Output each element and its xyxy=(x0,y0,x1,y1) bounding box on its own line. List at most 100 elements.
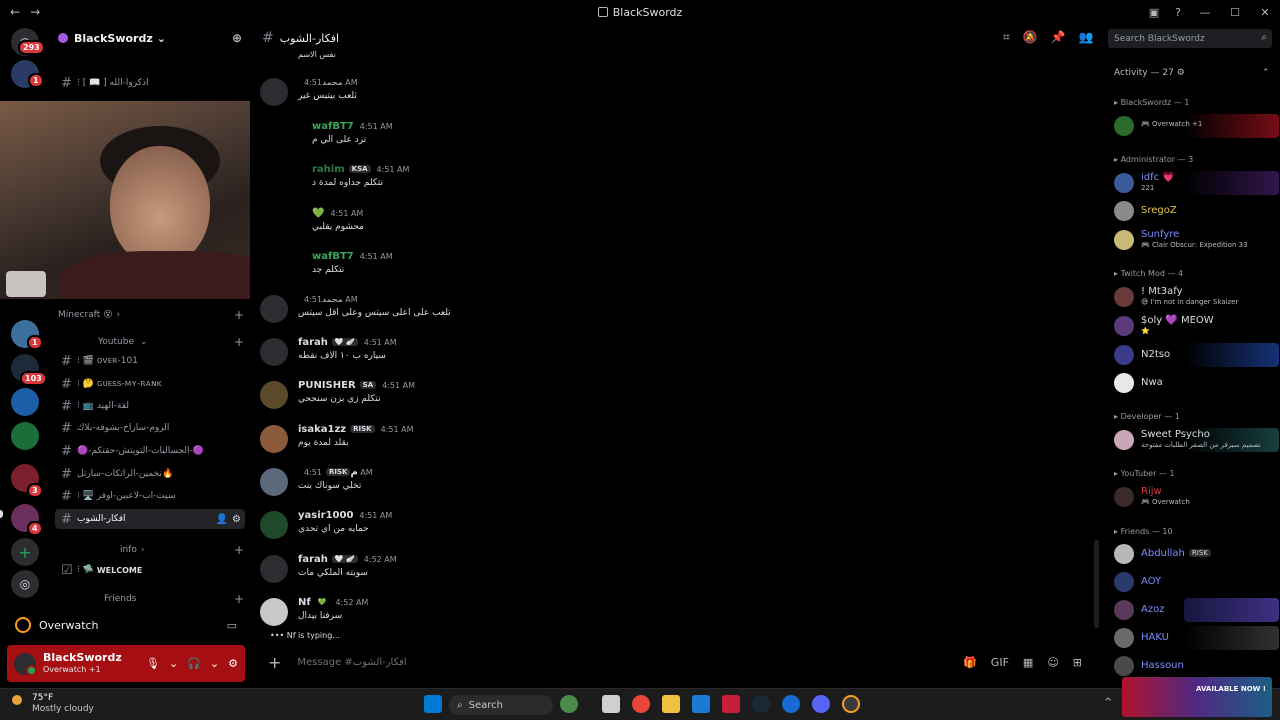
activity-header[interactable]: Activity — 27 ⚙ ⌃ xyxy=(1114,68,1270,78)
activity-panel[interactable]: Overwatch ▭ xyxy=(7,612,245,638)
chevron-down-icon[interactable]: ⌄ xyxy=(210,657,219,670)
file-explorer-icon[interactable] xyxy=(662,695,680,713)
channel-item[interactable]: # 🟣-الحساليات-التويتش-حقتكم-🟣 xyxy=(55,441,245,461)
gif-icon[interactable]: GIF xyxy=(991,656,1009,669)
inbox-icon[interactable]: ▣ xyxy=(1142,6,1166,19)
author-name[interactable]: yasir1000 xyxy=(298,510,353,521)
member-item[interactable]: Azoz xyxy=(1114,598,1279,622)
author-name[interactable]: Nf xyxy=(298,597,311,608)
member-item[interactable]: HAKU xyxy=(1114,626,1279,650)
app-icon[interactable] xyxy=(782,695,800,713)
settings-gear-icon[interactable]: ⚙ xyxy=(232,514,241,525)
tray-chevron-icon[interactable]: ^ xyxy=(1104,697,1112,708)
category-friends[interactable]: Friends + xyxy=(58,591,244,607)
member-item[interactable]: Rijw 🎮 Overwatch xyxy=(1114,485,1274,509)
create-channel-icon[interactable]: + xyxy=(234,335,244,349)
apps-icon[interactable]: ⊞ xyxy=(1073,656,1082,669)
taskbar-search[interactable]: ⌕ Search xyxy=(449,695,553,715)
back-icon[interactable]: ← xyxy=(10,5,20,19)
pin-icon[interactable]: 📌 xyxy=(1051,30,1066,45)
author-name[interactable]: محمد xyxy=(322,295,343,304)
channel-item[interactable]: # ⁝ 🎬 ᴏᴠᴇʀ-101 xyxy=(55,351,245,371)
member-item[interactable]: ! Mt3afy 😅 I'm not in danger Skaizer xyxy=(1114,285,1274,309)
close-icon[interactable]: ✕ xyxy=(1250,6,1280,19)
channel-item[interactable]: # ⁝ 📺 لقة-الهيد xyxy=(55,396,245,416)
threads-icon[interactable]: ⌗ xyxy=(1003,30,1010,45)
user-avatar[interactable] xyxy=(260,555,288,583)
user-avatar[interactable] xyxy=(260,511,288,539)
member-list-icon[interactable]: 👥 xyxy=(1079,30,1094,45)
channel-item[interactable]: # ⁝ 🖥️ سيت-اب-لاعبين-اوفر xyxy=(55,486,245,506)
channel-item-active[interactable]: # افكار-الشوب 👤 ⚙ xyxy=(55,509,245,529)
steam-icon[interactable] xyxy=(752,695,770,713)
member-item[interactable]: Abdullah RISK xyxy=(1114,542,1274,566)
member-item[interactable]: AOY xyxy=(1114,570,1274,594)
file-icon[interactable] xyxy=(602,695,620,713)
chevron-down-icon[interactable]: ⌄ xyxy=(169,657,178,670)
overwatch-icon[interactable] xyxy=(842,695,860,713)
chevron-up-icon[interactable]: ⌃ xyxy=(1262,68,1270,78)
chrome-icon[interactable] xyxy=(632,695,650,713)
mic-icon[interactable]: 🎙 xyxy=(146,657,160,670)
invite-icon[interactable]: 👤 xyxy=(216,514,228,525)
member-item[interactable]: idfc 💗 221 xyxy=(1114,171,1279,195)
category-minecraft[interactable]: Minecraft 😵 › + xyxy=(58,307,244,323)
server-header[interactable]: BlackSwordz ⌄ ⊕ xyxy=(50,24,250,52)
author-name[interactable]: م xyxy=(350,467,357,478)
user-avatar[interactable] xyxy=(260,338,288,366)
emoji-icon[interactable]: ☺ xyxy=(1047,656,1058,669)
windows-start-icon[interactable] xyxy=(424,695,442,713)
member-item[interactable]: Sweet Psycho تصميم سيرفر من الصفر الطلبات… xyxy=(1114,428,1279,452)
copilot-icon[interactable] xyxy=(560,695,578,713)
create-channel-icon[interactable]: + xyxy=(234,308,244,322)
author-name[interactable]: rahim xyxy=(312,164,345,175)
add-server-icon[interactable]: + xyxy=(11,538,39,566)
user-avatar[interactable] xyxy=(260,295,288,323)
discover-icon[interactable]: ◎ xyxy=(11,570,39,598)
category-youtube[interactable]: Youtube ⌄ + xyxy=(58,334,244,350)
channel-item[interactable]: ☑ ⁝ 🛸 WELCOME xyxy=(55,560,245,580)
discord-icon[interactable] xyxy=(812,695,830,713)
weather-widget[interactable]: 75°F Mostly cloudy xyxy=(12,693,94,715)
gift-icon[interactable]: 🎁 xyxy=(963,656,977,669)
author-name[interactable]: isaka1zz xyxy=(298,424,346,435)
author-name[interactable]: farah xyxy=(298,554,328,565)
headphones-icon[interactable]: 🎧 xyxy=(187,657,201,670)
message-input[interactable]: + Message #افكار-الشوب 🎁 GIF ▦ ☺ ⊞ xyxy=(258,648,1094,676)
author-name[interactable]: PUNISHER xyxy=(298,380,356,391)
member-item[interactable]: SregoZ xyxy=(1114,199,1274,223)
scrollbar[interactable] xyxy=(1094,540,1099,628)
attach-plus-icon[interactable]: + xyxy=(268,653,281,672)
create-channel-icon[interactable]: + xyxy=(234,592,244,606)
author-name[interactable]: farah xyxy=(298,337,328,348)
channel-item[interactable]: # ⁝ [ 📖 ] اذكروا-الله xyxy=(55,73,245,93)
member-item[interactable]: N2tso xyxy=(1114,343,1279,367)
user-avatar[interactable] xyxy=(260,381,288,409)
user-avatar[interactable] xyxy=(260,425,288,453)
sticker-icon[interactable]: ▦ xyxy=(1023,656,1033,669)
maximize-icon[interactable]: ☐ xyxy=(1220,6,1250,19)
create-channel-icon[interactable]: + xyxy=(234,543,244,557)
app-icon[interactable] xyxy=(722,695,740,713)
channel-item[interactable]: # ⁝ 🤔 ɢᴜᴇss-ᴍʏ-ʀᴀɴᴋ xyxy=(55,374,245,394)
user-avatar[interactable] xyxy=(260,78,288,106)
member-item[interactable]: $oly 💜 MEOW ⭐ xyxy=(1114,314,1274,338)
store-icon[interactable] xyxy=(692,695,710,713)
stream-icon[interactable]: ▭ xyxy=(227,619,237,632)
user-avatar[interactable] xyxy=(14,652,37,676)
notifications-muted-icon[interactable]: 🔕 xyxy=(1023,30,1038,45)
author-name[interactable]: wafBT7 xyxy=(312,121,354,132)
author-name[interactable]: محمد xyxy=(322,78,343,87)
server-folder-icon[interactable] xyxy=(11,388,39,416)
server-folder-icon[interactable] xyxy=(11,422,39,450)
member-item[interactable]: Hassoun xyxy=(1114,654,1274,678)
member-item[interactable]: 🎮 Overwatch +1 xyxy=(1114,114,1279,138)
category-info[interactable]: info › + xyxy=(58,542,244,558)
author-name[interactable]: wafBT7 xyxy=(312,251,354,262)
user-avatar[interactable] xyxy=(260,598,288,626)
channel-item[interactable]: # الروم-ساراح-بشوفه-بلاك xyxy=(55,418,245,438)
minimize-icon[interactable]: — xyxy=(1190,6,1220,19)
channel-item[interactable]: # تخمين-الراتكات-سارتل🔥 xyxy=(55,464,245,484)
search-input[interactable]: Search BlackSwordz ⌕ xyxy=(1108,29,1272,48)
member-item[interactable]: Sunfyre 🎮 Clair Obscur: Expedition 33 xyxy=(1114,228,1274,252)
